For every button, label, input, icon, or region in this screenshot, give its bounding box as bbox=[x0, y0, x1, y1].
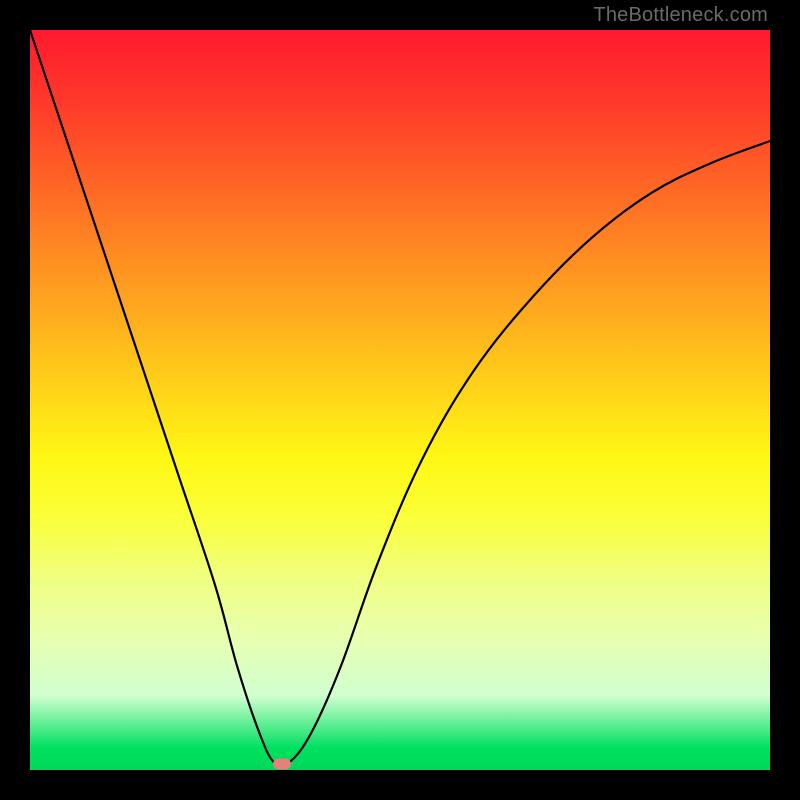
chart-frame: TheBottleneck.com bbox=[0, 0, 800, 800]
plot-area bbox=[30, 30, 770, 770]
dip-marker bbox=[273, 759, 291, 770]
bottleneck-curve bbox=[30, 30, 770, 770]
watermark-text: TheBottleneck.com bbox=[593, 4, 768, 27]
